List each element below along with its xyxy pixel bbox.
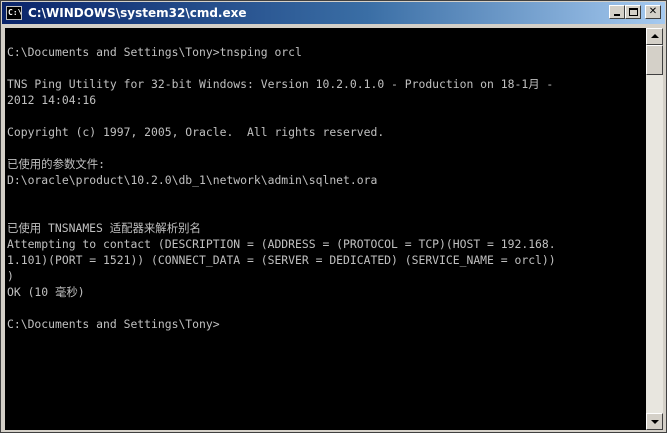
console-line: 已使用的参数文件: [7,157,105,171]
maximize-button[interactable] [625,5,641,19]
minimize-icon [614,14,620,16]
cmd-app-icon[interactable]: C:\ [6,6,22,20]
console-line: OK (10 毫秒) [7,285,85,299]
console-line: 已使用 TNSNAMES 适配器来解析别名 [7,221,201,235]
scroll-thumb[interactable] [646,45,663,75]
vertical-scrollbar[interactable] [646,28,663,430]
window-title: C:\WINDOWS\system32\cmd.exe [28,6,247,20]
minimize-button[interactable] [609,5,625,19]
arrow-down-icon [651,420,659,424]
console-line: Attempting to contact (DESCRIPTION = (AD… [7,237,556,251]
scroll-up-button[interactable] [646,28,663,45]
arrow-up-icon [651,34,659,38]
scroll-down-button[interactable] [646,413,663,430]
console-line: TNS Ping Utility for 32-bit Windows: Ver… [7,77,554,91]
close-icon: ✕ [648,6,658,17]
title-bar[interactable]: C:\ C:\WINDOWS\system32\cmd.exe ✕ [2,2,665,24]
close-button[interactable]: ✕ [645,5,661,19]
console-line: 2012 14:04:16 [7,93,97,107]
console-line: ) [7,269,14,283]
cmd-window: C:\ C:\WINDOWS\system32\cmd.exe ✕ C:\Doc… [0,0,667,433]
console-line: C:\Documents and Settings\Tony>tnsping o… [7,45,302,59]
console-line: Copyright (c) 1997, 2005, Oracle. All ri… [7,125,385,139]
console-text: C:\Documents and Settings\Tony>tnsping o… [7,28,556,332]
maximize-icon [629,8,638,16]
console-output[interactable]: C:\Documents and Settings\Tony>tnsping o… [5,28,646,430]
console-line: D:\oracle\product\10.2.0\db_1\network\ad… [7,173,378,187]
console-prompt[interactable]: C:\Documents and Settings\Tony> [7,316,556,332]
console-line: 1.101)(PORT = 1521)) (CONNECT_DATA = (SE… [7,253,556,267]
